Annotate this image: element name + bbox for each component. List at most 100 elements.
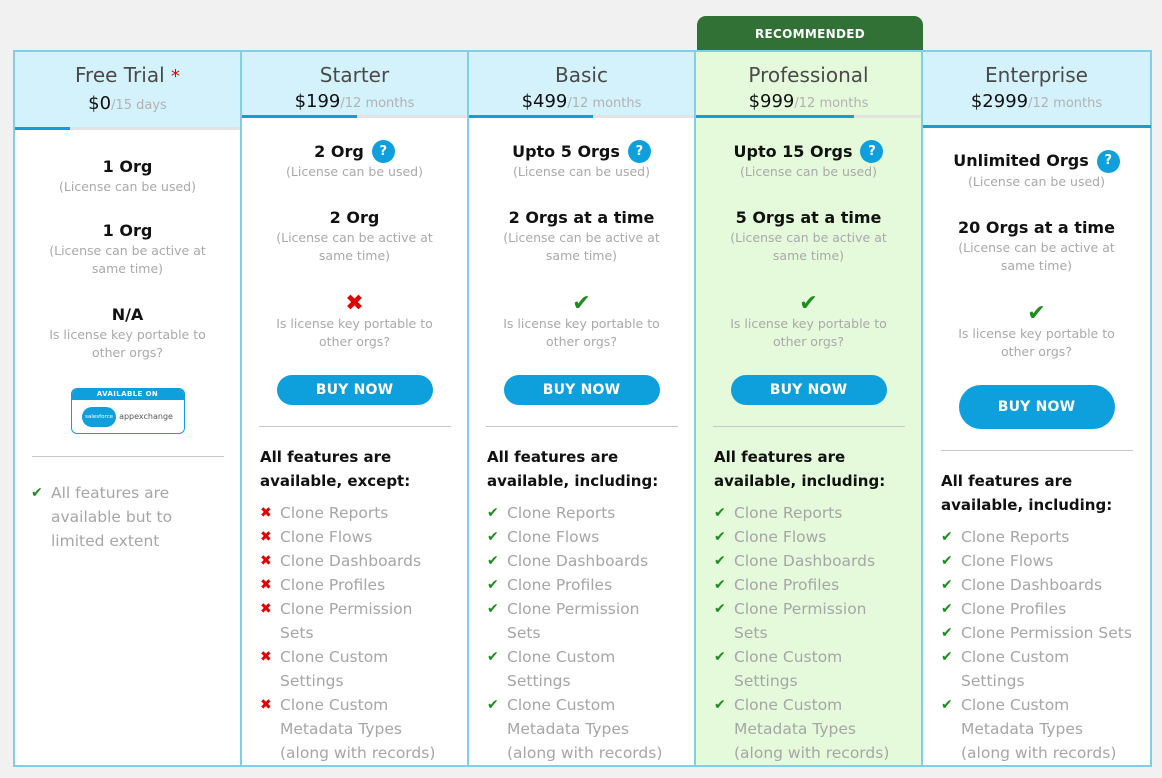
orgs-active: 20 Orgs at a time (License can be active … <box>958 217 1115 273</box>
orgs-active: 5 Orgs at a time (License can be active a… <box>730 208 887 263</box>
feature-item: ✖ Clone Permission Sets <box>260 597 449 645</box>
feature-item: ✔ Clone Flows <box>941 549 1132 573</box>
plan-period: /12 months <box>340 96 415 111</box>
plan-enterprise: Enterprise $2999/12 months Unlimited Orgs?… <box>923 52 1151 765</box>
cross-icon: ✖ <box>260 577 272 593</box>
feature-item: ✔ Clone Flows <box>487 525 676 549</box>
features-title: All features are available, except: <box>260 448 411 490</box>
check-icon: ✔ <box>714 649 726 665</box>
check-icon: ✔ <box>487 577 499 593</box>
features-section: All features are available, including: ✔ C… <box>696 445 921 765</box>
plan-header: Starter $199/12 months <box>242 52 467 118</box>
check-icon: ✔ <box>714 505 726 521</box>
salesforce-cloud-icon: salesforce <box>82 406 117 427</box>
check-icon: ✔ <box>714 577 726 593</box>
recommended-badge: RECOMMENDED <box>697 16 923 52</box>
feature-item: ✔ Clone Profiles <box>714 573 903 597</box>
check-icon: ✔ <box>487 553 499 569</box>
feature-item: ✖ Clone Reports <box>260 501 449 525</box>
plan-price: $999 <box>748 91 795 112</box>
cross-icon: ✖ <box>260 649 272 665</box>
buy-now-button[interactable]: BUY NOW <box>503 375 660 406</box>
cross-icon: ✖ <box>260 529 272 545</box>
feature-item: ✔ Clone Custom Settings <box>714 645 903 693</box>
features-section: All features are available, except: ✖ Clon… <box>242 445 467 765</box>
help-icon[interactable]: ? <box>627 140 651 163</box>
feature-item: ✖ Clone Custom Settings <box>260 645 449 693</box>
feature-item: ✖ Clone Flows <box>260 525 449 549</box>
feature-item: ✔ Clone Custom Settings <box>487 645 676 693</box>
orgs-active: 2 Org (License can be active at same time… <box>276 208 433 263</box>
header-accent-bar <box>923 124 1151 128</box>
feature-item: ✔ Clone Dashboards <box>941 573 1132 597</box>
feature-item: ✔ Clone Profiles <box>487 573 676 597</box>
feature-item: ✔ Clone Dashboards <box>487 549 676 573</box>
feature-list: ✔ Clone Reports ✔ Clone Flows ✔ Clone Dashboa… <box>941 525 1132 765</box>
plan-price: $2999 <box>970 91 1029 112</box>
feature-item: ✖ Clone Custom Metadata Types (along with… <box>260 693 449 765</box>
feature-item: ✖ Clone Dashboards <box>260 549 449 573</box>
cross-icon: ✖ <box>260 505 272 521</box>
help-icon[interactable]: ? <box>371 140 395 163</box>
help-icon[interactable]: ? <box>860 140 884 163</box>
feature-item: ✔ Clone Custom Metadata Types (along with… <box>941 693 1132 765</box>
buy-now-button[interactable]: BUY NOW <box>958 384 1115 430</box>
feature-list: ✔ Clone Reports ✔ Clone Flows ✔ Clone Dashboa… <box>714 501 903 765</box>
plan-name: Starter <box>319 63 390 87</box>
check-icon: ✔ <box>714 529 726 545</box>
check-icon: ✔ <box>714 697 726 713</box>
features-section: All features are available, including: ✔ C… <box>923 469 1150 765</box>
check-icon: ✔ <box>941 697 953 713</box>
asterisk-icon: * <box>171 66 181 87</box>
plan-starter: Starter $199/12 months 2 Org? (License can … <box>242 52 469 765</box>
feature-item: ✔ Clone Permission Sets <box>941 621 1132 645</box>
buy-now-button[interactable]: BUY NOW <box>276 375 433 406</box>
check-icon: ✔ <box>487 649 499 665</box>
check-icon: ✔ <box>941 529 953 545</box>
feature-item: ✔ Clone Reports <box>714 501 903 525</box>
header-accent-bar <box>242 115 357 118</box>
plan-period: /12 months <box>1028 96 1103 111</box>
orgs-active: 1 Org (License can be active at same tim… <box>49 221 206 276</box>
feature-item: ✔ Clone Permission Sets <box>487 597 676 645</box>
orgs-used: Unlimited Orgs? (License can be used) <box>923 149 1150 191</box>
feature-item: ✔ Clone Reports <box>941 525 1132 549</box>
feature-list: ✔ Clone Reports ✔ Clone Flows ✔ Clone Dashboa… <box>487 501 676 765</box>
help-icon[interactable]: ? <box>1096 149 1120 173</box>
orgs-used: 2 Org? (License can be used) <box>286 140 423 179</box>
check-icon: ✔ <box>714 553 726 569</box>
feature-item: ✔ Clone Flows <box>714 525 903 549</box>
check-icon: ✔ <box>487 505 499 521</box>
header-accent-bar <box>15 127 70 130</box>
feature-list: ✖ Clone Reports ✖ Clone Flows ✖ Clone Dashboa… <box>260 501 449 765</box>
cross-icon: ✖ <box>260 553 272 569</box>
divider <box>258 426 451 427</box>
cross-icon: ✖ <box>260 601 272 617</box>
plan-period: /15 days <box>111 98 167 113</box>
portable: ✔ Is license key portable to other orgs? <box>923 302 1150 361</box>
feature-item: ✖ Clone Profiles <box>260 573 449 597</box>
check-icon: ✔ <box>941 601 953 617</box>
buy-now-button[interactable]: BUY NOW <box>730 375 887 406</box>
orgs-used: 1 Org (License can be used) <box>59 157 196 194</box>
plan-name: Professional <box>748 63 869 87</box>
orgs-used: Upto 15 Orgs? (License can be used) <box>696 140 921 181</box>
plan-name: Basic <box>555 63 608 87</box>
header-accent-bar <box>696 115 854 118</box>
plan-price: $199 <box>294 91 341 112</box>
divider <box>712 426 905 427</box>
appexchange-badge[interactable]: AVAILABLE ON salesforce appexchange <box>70 388 185 434</box>
orgs-active: 2 Orgs at a time (License can be active a… <box>503 208 660 263</box>
feature-item: ✔ Clone Custom Metadata Types (along with… <box>714 693 903 765</box>
features-title: All features are available, including: <box>941 472 1113 514</box>
cross-icon: ✖ <box>345 291 364 316</box>
plan-period: /12 months <box>794 96 869 111</box>
plan-period: /12 months <box>567 96 642 111</box>
orgs-used: Upto 5 Orgs? (License can be used) <box>512 140 651 179</box>
plan-basic: Basic $499/12 months Upto 5 Orgs? (License … <box>469 52 696 765</box>
plan-header: Professional $999/12 months <box>696 52 921 118</box>
portable: ✔ Is license key portable to other orgs? <box>469 293 694 351</box>
feature-item: ✔ Clone Custom Metadata Types (along with… <box>487 693 676 765</box>
check-icon: ✔ <box>941 649 953 665</box>
cross-icon: ✖ <box>260 697 272 713</box>
